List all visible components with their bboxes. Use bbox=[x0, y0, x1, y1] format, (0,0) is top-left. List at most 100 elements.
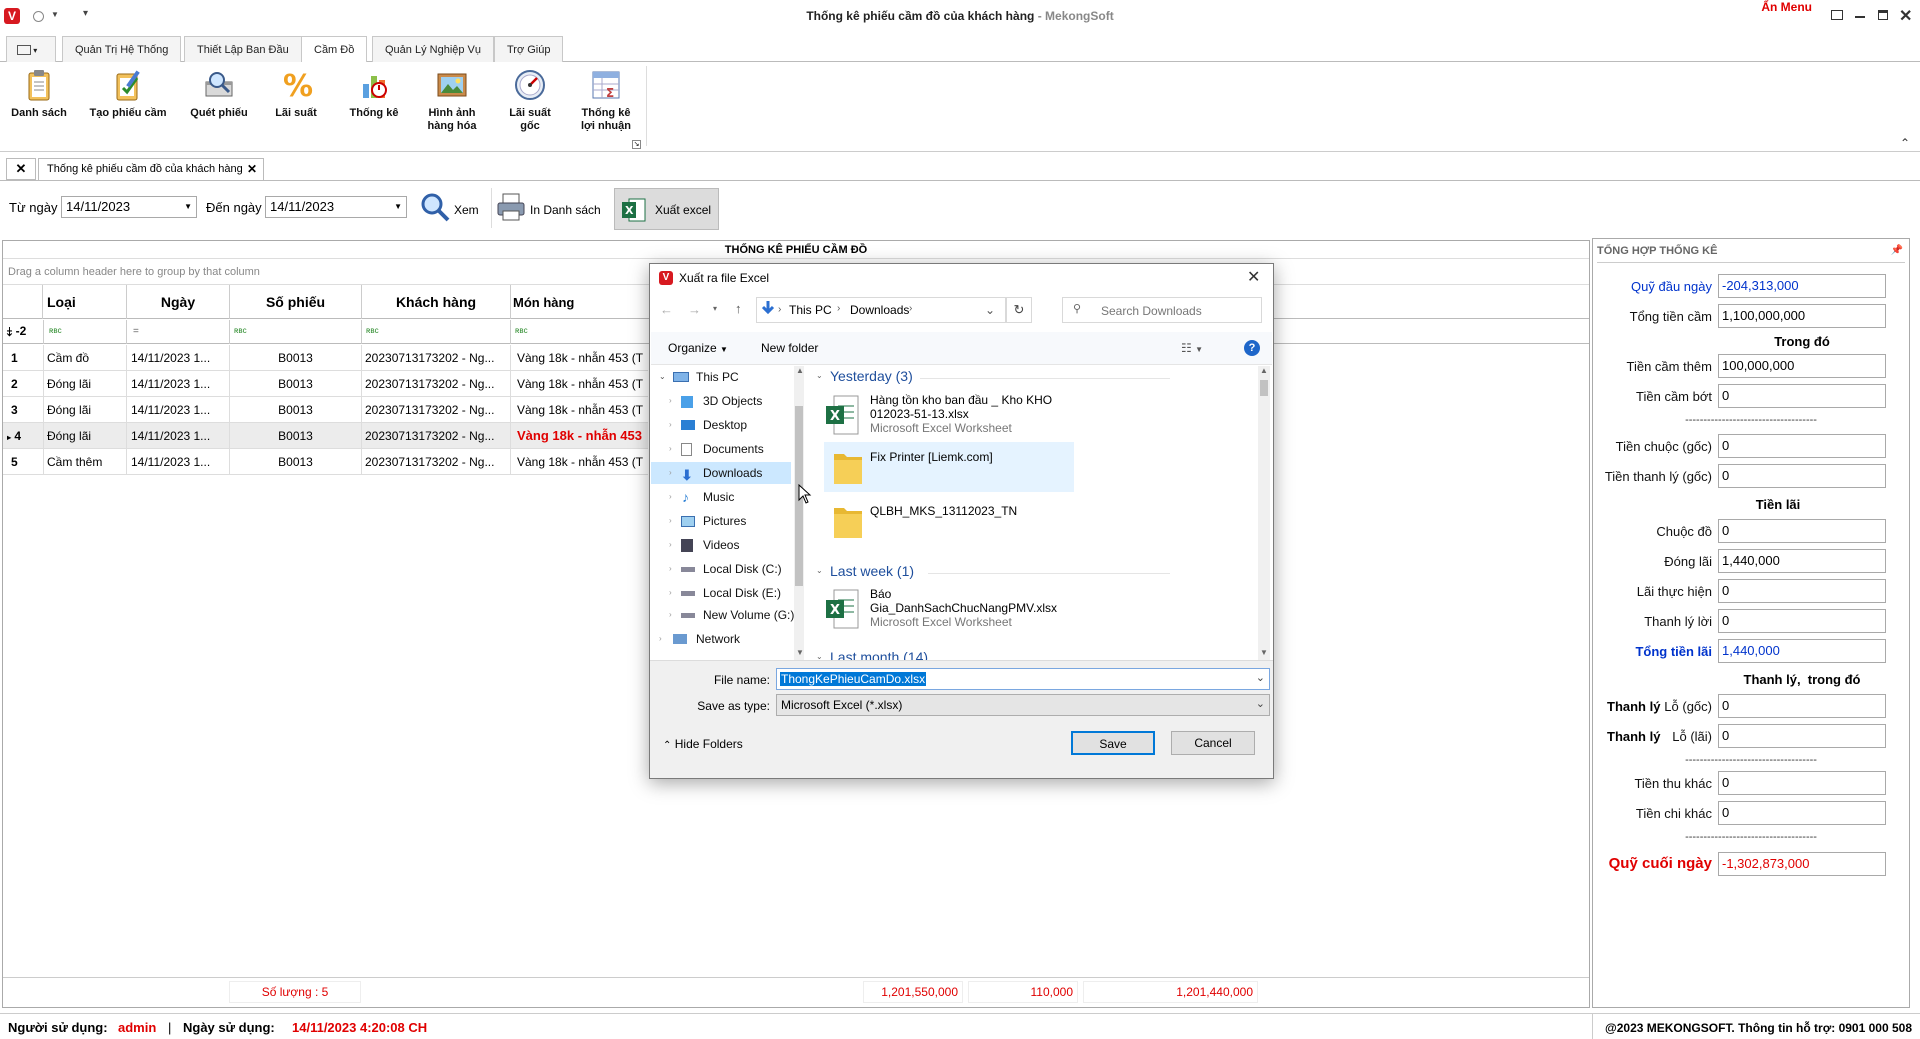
thanh-ly-loi-value[interactable]: 0 bbox=[1718, 609, 1886, 633]
close-tab-icon[interactable]: ✕ bbox=[247, 159, 257, 179]
back-arrow-icon[interactable]: ← bbox=[660, 302, 673, 317]
close-all-tabs-icon[interactable]: ✕ bbox=[6, 158, 36, 180]
group-yesterday[interactable]: Yesterday (3) bbox=[830, 368, 913, 384]
lai-thuc-hien-value[interactable]: 0 bbox=[1718, 579, 1886, 603]
file-item-hovered[interactable]: Fix Printer [Liemk.com] bbox=[824, 442, 1074, 492]
filter-loai-icon[interactable]: ʀʙᴄ bbox=[49, 326, 62, 335]
tien-thanh-ly-goc-value[interactable]: 0 bbox=[1718, 464, 1886, 488]
cancel-button[interactable]: Cancel bbox=[1171, 731, 1255, 755]
breadcrumb-this-pc[interactable]: This PC bbox=[789, 303, 832, 317]
group-last-week[interactable]: Last week (1) bbox=[830, 563, 914, 579]
tree-downloads[interactable]: › ⬇ Downloads bbox=[651, 462, 791, 484]
export-label: Xuất excel bbox=[655, 203, 712, 217]
recent-dropdown-icon[interactable]: ▾ bbox=[713, 304, 717, 313]
tab-thiet-lap-ban-dau[interactable]: Thiết Lập Ban Đầu bbox=[184, 36, 302, 62]
close-icon[interactable]: ✕ bbox=[1899, 6, 1912, 26]
tong-tien-lai-label: Tổng tiền lãi bbox=[1635, 644, 1712, 659]
column-header-mon-hang[interactable]: Món hàng bbox=[513, 295, 574, 310]
lo-goc-value[interactable]: 0 bbox=[1718, 694, 1886, 718]
doc-tab-thong-ke[interactable]: Thống kê phiếu cầm đồ của khách hàng ✕ bbox=[38, 158, 264, 180]
filter-so-phieu-icon[interactable]: ʀʙᴄ bbox=[234, 326, 247, 335]
restore-layout-icon[interactable] bbox=[1831, 10, 1843, 20]
thong-ke-button[interactable]: Thống kê bbox=[343, 68, 405, 120]
maximize-icon[interactable] bbox=[1878, 10, 1888, 20]
hinh-anh-hang-hoa-button[interactable]: Hình ảnh hàng hóa bbox=[418, 68, 486, 133]
export-excel-button[interactable]: X Xuất excel bbox=[614, 188, 719, 230]
filter-khach-hang-icon[interactable]: ʀʙᴄ bbox=[366, 326, 379, 335]
dialog-close-icon[interactable]: ✕ bbox=[1247, 267, 1260, 287]
lai-suat-goc-button[interactable]: Lãi suất gốc bbox=[499, 68, 561, 133]
save-type-select[interactable]: Microsoft Excel (*.xlsx) ⌄ bbox=[776, 694, 1270, 716]
table-row[interactable]: 1 Cầm đồ 14/11/2023 1... B0013 202307131… bbox=[3, 345, 648, 371]
column-header-loai[interactable]: Loại bbox=[47, 294, 76, 310]
filter-mon-hang-icon[interactable]: ʀʙᴄ bbox=[515, 326, 528, 335]
lai-thuc-hien-label: Lãi thực hiện bbox=[1636, 584, 1712, 599]
help-icon[interactable]: ? bbox=[1244, 340, 1260, 356]
breadcrumb-downloads[interactable]: Downloads bbox=[850, 303, 909, 317]
view-button[interactable]: Xem bbox=[420, 192, 479, 224]
group-last-month[interactable]: Last month (14) bbox=[830, 649, 928, 660]
organize-menu[interactable]: Organize ▼ bbox=[668, 341, 728, 355]
dong-lai-value[interactable]: 1,440,000 bbox=[1718, 549, 1886, 573]
tong-tien-cam-value[interactable]: 1,100,000,000 bbox=[1718, 304, 1886, 328]
chuoc-do-value[interactable]: 0 bbox=[1718, 519, 1886, 543]
from-date-picker[interactable]: 14/11/2023 ▼ bbox=[61, 196, 197, 218]
divider-3: ------------------------------------ bbox=[1685, 831, 1817, 843]
date-label: Ngày sử dụng: bbox=[183, 1020, 275, 1035]
minimize-icon[interactable] bbox=[1855, 16, 1865, 18]
tien-cam-them-value[interactable]: 100,000,000 bbox=[1718, 354, 1886, 378]
table-row[interactable]: 3 Đóng lãi 14/11/2023 1... B0013 2023071… bbox=[3, 397, 648, 423]
file-list-scrollbar[interactable]: ▲ ▼ bbox=[1258, 366, 1270, 660]
view-options-icon[interactable]: ☷ ▼ bbox=[1181, 341, 1203, 355]
column-header-so-phieu[interactable]: Số phiếu bbox=[230, 294, 361, 310]
tab-tro-giup[interactable]: Trợ Giúp bbox=[494, 36, 564, 62]
save-button[interactable]: Save bbox=[1071, 731, 1155, 755]
table-row[interactable]: 2 Đóng lãi 14/11/2023 1... B0013 2023071… bbox=[3, 371, 648, 397]
dong-lai-label: Đóng lãi bbox=[1664, 554, 1712, 569]
tab-cam-do[interactable]: Cầm Đồ bbox=[301, 36, 368, 63]
lo-goc-label: Lỗ (gốc) bbox=[1664, 699, 1712, 714]
hide-menu-link[interactable]: Ẩn Menu bbox=[1761, 0, 1812, 14]
forward-arrow-icon[interactable]: → bbox=[688, 302, 701, 317]
danh-sach-button[interactable]: Danh sách bbox=[6, 68, 72, 120]
filter-ngay-icon[interactable]: = bbox=[133, 326, 139, 337]
address-dropdown-icon[interactable]: ⌄ bbox=[985, 303, 995, 317]
address-bar[interactable]: › This PC › Downloads › ⌄ bbox=[756, 297, 1006, 323]
tab-quan-ly-nghiep-vu[interactable]: Quản Lý Nghiệp Vụ bbox=[372, 36, 495, 62]
tien-thu-khac-value[interactable]: 0 bbox=[1718, 771, 1886, 795]
file-item[interactable]: X Báo Gia_DanhSachChucNangPMV.xlsx Micro… bbox=[824, 584, 1084, 634]
trong-do-heading: Trong đó bbox=[1774, 334, 1830, 349]
file-item[interactable]: X Hàng tồn kho ban đầu _ Kho KHO 012023-… bbox=[824, 390, 1084, 440]
up-arrow-icon[interactable]: ↑ bbox=[735, 301, 742, 316]
tong-tien-lai-value[interactable]: 1,440,000 bbox=[1718, 639, 1886, 663]
tab-quan-tri-he-thong[interactable]: Quản Trị Hệ Thống bbox=[62, 36, 182, 62]
ribbon-dialog-launcher-icon[interactable]: ↘ bbox=[632, 140, 641, 149]
file-scroll-thumb[interactable] bbox=[1260, 380, 1268, 396]
lai-suat-button[interactable]: % Lãi suất bbox=[266, 68, 326, 120]
quy-dau-ngay-value[interactable]: -204,313,000 bbox=[1718, 274, 1886, 298]
quy-cuoi-ngay-value[interactable]: -1,302,873,000 bbox=[1718, 852, 1886, 876]
quet-phieu-button[interactable]: Quét phiếu bbox=[184, 68, 254, 120]
tao-phieu-cam-button[interactable]: Tạo phiếu cầm bbox=[85, 68, 171, 120]
tien-cam-bot-value[interactable]: 0 bbox=[1718, 384, 1886, 408]
to-date-picker[interactable]: 14/11/2023 ▼ bbox=[265, 196, 407, 218]
table-row[interactable]: 5 Cầm thêm 14/11/2023 1... B0013 2023071… bbox=[3, 449, 648, 475]
collapse-ribbon-icon[interactable]: ⌃ bbox=[1900, 136, 1910, 150]
column-header-ngay[interactable]: Ngày bbox=[127, 294, 229, 310]
pin-icon[interactable]: 📌 bbox=[1891, 245, 1903, 256]
print-list-button[interactable]: In Danh sách bbox=[496, 192, 601, 224]
new-folder-button[interactable]: New folder bbox=[761, 341, 818, 355]
ribbon-app-menu[interactable]: ▾ bbox=[6, 36, 56, 62]
search-downloads-input[interactable]: ⚲ Search Downloads bbox=[1062, 297, 1262, 323]
tien-chuoc-goc-value[interactable]: 0 bbox=[1718, 434, 1886, 458]
tien-chi-khac-value[interactable]: 0 bbox=[1718, 801, 1886, 825]
column-header-khach-hang[interactable]: Khách hàng bbox=[362, 294, 510, 310]
table-row-selected[interactable]: ▸ 4 Đóng lãi 14/11/2023 1... B0013 20230… bbox=[3, 423, 648, 449]
file-item[interactable]: QLBH_MKS_13112023_TN bbox=[824, 496, 1074, 546]
refresh-icon[interactable]: ↻ bbox=[1006, 297, 1032, 323]
file-name-input[interactable]: ThongKePhieuCamDo.xlsx ⌄ bbox=[776, 668, 1270, 690]
tree-scrollbar[interactable]: ▲ ▼ bbox=[794, 366, 804, 660]
thong-ke-loi-nhuan-button[interactable]: Σ Thống kê lợi nhuận bbox=[574, 68, 638, 133]
hide-folders-toggle[interactable]: ⌃ Hide Folders bbox=[663, 737, 743, 751]
lo-lai-value[interactable]: 0 bbox=[1718, 724, 1886, 748]
